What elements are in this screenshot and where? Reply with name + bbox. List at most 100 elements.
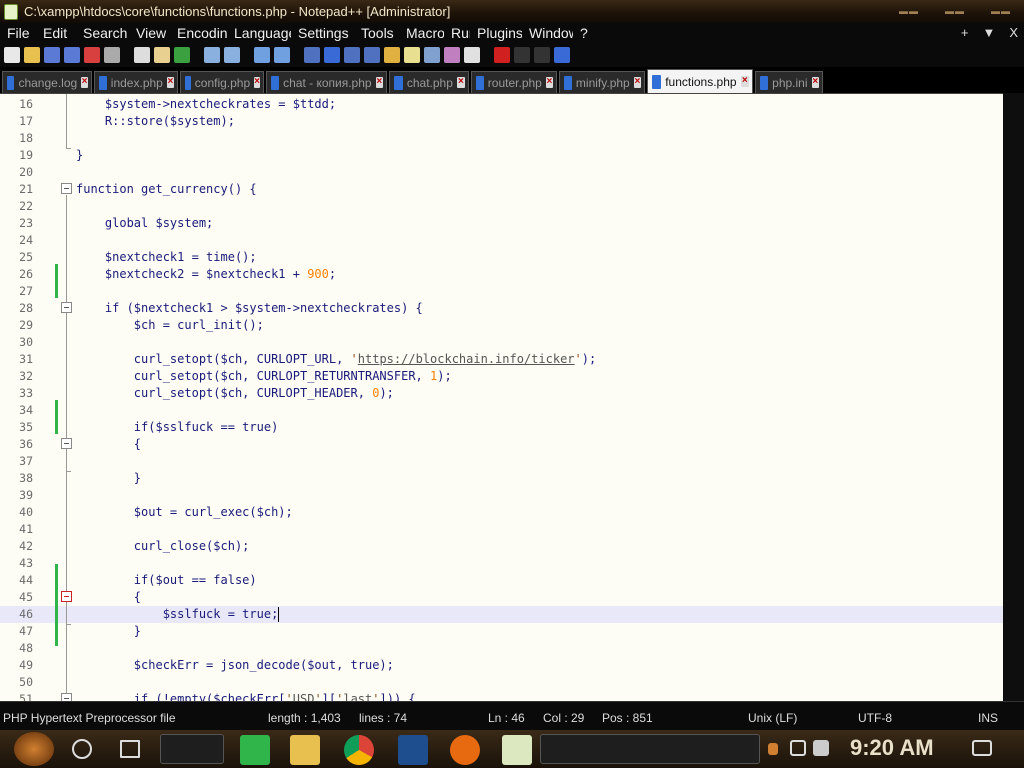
maximize-button[interactable]: ▬▬ <box>932 0 978 23</box>
save-icon[interactable] <box>44 46 60 63</box>
code-line[interactable]: 32 curl_setopt($ch, CURLOPT_RETURNTRANSF… <box>0 368 1003 385</box>
replace-icon[interactable] <box>224 46 240 63</box>
show-all-chars-icon[interactable] <box>344 46 360 63</box>
code-line[interactable]: 29 $ch = curl_init(); <box>0 317 1003 334</box>
code-text[interactable]: $ch = curl_init(); <box>76 317 264 334</box>
tab-router-php[interactable]: router.php × <box>471 71 557 93</box>
tab-close-icon[interactable]: × <box>633 77 641 88</box>
taskbar-clock[interactable]: 9:20 AM <box>850 735 934 761</box>
new-tab-plus[interactable]: + <box>961 23 969 42</box>
zoom-in-icon[interactable] <box>254 46 270 63</box>
code-line[interactable]: 34 <box>0 402 1003 419</box>
fold-toggle-icon[interactable] <box>61 693 72 701</box>
code-line[interactable]: 47 } <box>0 623 1003 640</box>
code-line[interactable]: 21 function get_currency() { <box>0 181 1003 198</box>
code-line[interactable]: 40 $out = curl_exec($ch); <box>0 504 1003 521</box>
fold-toggle-icon[interactable] <box>61 302 72 313</box>
open-file-icon[interactable] <box>24 46 40 63</box>
code-line[interactable]: 42 curl_close($ch); <box>0 538 1003 555</box>
powershell-icon[interactable] <box>398 735 428 765</box>
menu-tools[interactable]: Tools <box>354 25 399 41</box>
cut-icon[interactable] <box>134 46 150 63</box>
status-encoding[interactable]: UTF-8 <box>858 711 892 725</box>
notepad-plus-plus-taskbar-icon[interactable] <box>502 735 532 765</box>
code-text[interactable]: $checkErr = json_decode($out, true); <box>76 657 394 674</box>
file-explorer-icon[interactable] <box>290 735 320 765</box>
indent-guide-icon[interactable] <box>364 46 380 63</box>
code-line[interactable]: 49 $checkErr = json_decode($out, true); <box>0 657 1003 674</box>
save-all-icon[interactable] <box>64 46 80 63</box>
word-wrap-icon[interactable] <box>324 46 340 63</box>
code-text[interactable]: { <box>76 436 141 453</box>
menu-window[interactable]: Window <box>522 25 573 41</box>
code-editor[interactable]: 16 $system->nextcheckrates = $ttdd; 17 R:… <box>0 93 1003 701</box>
code-line[interactable]: 35 if($sslfuck == true) <box>0 419 1003 436</box>
tab-close-icon[interactable]: × <box>456 77 465 88</box>
code-text[interactable]: global $system; <box>76 215 213 232</box>
status-ln[interactable]: Ln : 46 <box>488 711 525 725</box>
code-line[interactable]: 45 { <box>0 589 1003 606</box>
code-line[interactable]: 26 $nextcheck2 = $nextcheck1 + 900; <box>0 266 1003 283</box>
lang-icon[interactable] <box>384 46 400 63</box>
code-line[interactable]: 24 <box>0 232 1003 249</box>
code-text[interactable]: curl_setopt($ch, CURLOPT_URL, 'https://b… <box>76 351 596 368</box>
start-button-icon[interactable] <box>14 732 54 766</box>
action-center-icon[interactable] <box>972 740 992 756</box>
code-line[interactable]: 36 { <box>0 436 1003 453</box>
code-text[interactable]: $nextcheck2 = $nextcheck1 + 900; <box>76 266 336 283</box>
code-line[interactable]: 48 <box>0 640 1003 657</box>
code-line[interactable]: 30 <box>0 334 1003 351</box>
code-line[interactable]: 28 if ($nextcheck1 > $system->nextcheckr… <box>0 300 1003 317</box>
tab-close-icon[interactable]: × <box>166 77 174 88</box>
code-line[interactable]: 20 <box>0 164 1003 181</box>
tab-config-php[interactable]: config.php × <box>180 71 264 93</box>
vertical-scrollbar[interactable] <box>1003 93 1024 701</box>
menu-view[interactable]: View <box>129 25 170 41</box>
tab-chat-php[interactable]: chat.php × <box>389 71 469 93</box>
new-file-icon[interactable] <box>4 46 20 63</box>
code-text[interactable]: curl_setopt($ch, CURLOPT_HEADER, 0); <box>76 385 394 402</box>
fold-toggle-icon[interactable] <box>61 438 72 449</box>
zoom-out-icon[interactable] <box>274 46 290 63</box>
code-text[interactable]: $out = curl_exec($ch); <box>76 504 293 521</box>
code-line[interactable]: 23 global $system; <box>0 215 1003 232</box>
code-line[interactable]: 18 <box>0 130 1003 147</box>
record-macro-icon[interactable] <box>494 46 510 63</box>
tab-close-icon[interactable]: × <box>81 77 88 88</box>
minimize-button[interactable]: ▬▬ <box>886 0 932 23</box>
tray-overflow-icon[interactable] <box>768 743 778 755</box>
stop-macro-icon[interactable] <box>514 46 530 63</box>
fold-toggle-icon[interactable] <box>61 591 72 602</box>
code-line[interactable]: 39 <box>0 487 1003 504</box>
code-line[interactable]: 17 R::store($system); <box>0 113 1003 130</box>
code-line[interactable]: 37 <box>0 453 1003 470</box>
cortana-icon[interactable] <box>72 739 92 759</box>
fold-toggle-icon[interactable] <box>61 183 72 194</box>
tab-close-icon[interactable]: × <box>545 77 553 88</box>
menu-encoding[interactable]: Encoding <box>170 25 227 41</box>
function-list-icon[interactable] <box>424 46 440 63</box>
code-text[interactable]: function get_currency() { <box>76 181 257 198</box>
tab-chat-kopiya-php[interactable]: chat - копия.php × <box>266 71 387 93</box>
menu-run[interactable]: Run <box>444 25 470 41</box>
chrome-icon[interactable] <box>344 735 374 765</box>
tab-list-dropdown[interactable]: ▼ <box>982 23 995 42</box>
menu-plugins[interactable]: Plugins <box>470 25 522 41</box>
menu-settings[interactable]: Settings <box>291 25 354 41</box>
code-text[interactable]: $sslfuck = true; <box>76 606 280 623</box>
code-text[interactable]: } <box>76 147 83 164</box>
code-text[interactable]: curl_close($ch); <box>76 538 250 555</box>
task-view-icon[interactable] <box>120 740 140 758</box>
code-text[interactable]: if ($nextcheck1 > $system->nextcheckrate… <box>76 300 423 317</box>
play-macro-icon[interactable] <box>534 46 550 63</box>
find-icon[interactable] <box>204 46 220 63</box>
status-pos[interactable]: Pos : 851 <box>602 711 653 725</box>
code-text[interactable]: } <box>76 623 141 640</box>
close-button[interactable]: ▬▬ <box>978 0 1024 23</box>
code-line[interactable]: 22 <box>0 198 1003 215</box>
code-text[interactable]: $system->nextcheckrates = $ttdd; <box>76 96 336 113</box>
sync-scroll-icon[interactable] <box>304 46 320 63</box>
volume-muted-icon[interactable] <box>813 740 829 756</box>
tab-close-icon[interactable]: × <box>811 77 819 88</box>
code-line[interactable]: 43 <box>0 555 1003 572</box>
